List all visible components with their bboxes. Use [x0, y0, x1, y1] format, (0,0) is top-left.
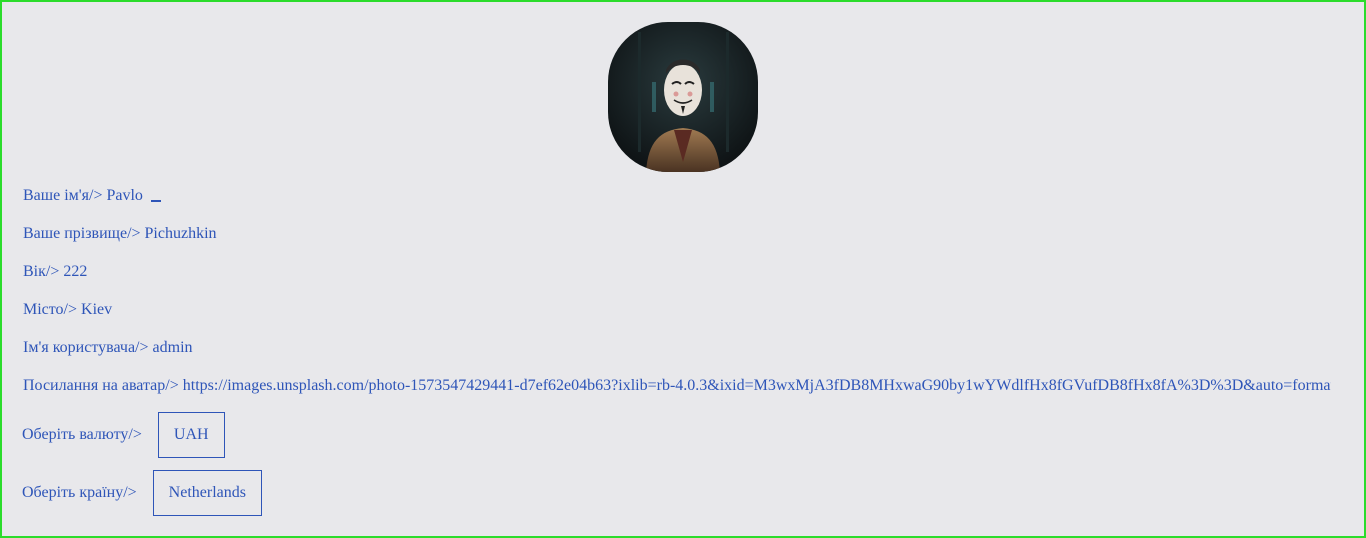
avatar-url-label: Посилання на аватар/> — [23, 377, 179, 394]
last-name-row: Ваше прізвище/> Pichuzhkin — [23, 224, 217, 244]
currency-select[interactable]: UAH — [157, 412, 225, 458]
country-label: Оберіть країну/> — [22, 484, 137, 501]
currency-row: Оберіть валюту/> UAH — [22, 412, 225, 458]
first-name-label: Ваше ім'я/> — [23, 187, 103, 204]
city-label: Місто/> — [23, 301, 78, 318]
city-value[interactable]: Kiev — [81, 301, 112, 318]
country-row: Оберіть країну/> Netherlands — [22, 470, 262, 516]
username-row: Ім'я користувача/> admin — [23, 338, 193, 358]
country-select[interactable]: Netherlands — [152, 470, 262, 516]
first-name-row: Ваше ім'я/> Pavlo — [23, 186, 161, 206]
avatar-url-value[interactable]: https://images.unsplash.com/photo-157354… — [183, 377, 1331, 394]
city-row: Місто/> Kiev — [23, 300, 112, 320]
age-value[interactable]: 222 — [63, 263, 87, 280]
username-value[interactable]: admin — [153, 339, 193, 356]
age-label: Вік/> — [23, 263, 60, 280]
text-cursor — [150, 200, 161, 202]
username-label: Ім'я користувача/> — [23, 339, 149, 356]
last-name-label: Ваше прізвище/> — [23, 225, 141, 242]
avatar-url-row: Посилання на аватар/> https://images.uns… — [23, 376, 1331, 396]
last-name-value[interactable]: Pichuzhkin — [145, 225, 217, 242]
currency-label: Оберіть валюту/> — [22, 426, 142, 443]
age-row: Вік/> 222 — [23, 262, 87, 282]
avatar — [608, 22, 758, 172]
first-name-value[interactable]: Pavlo — [106, 187, 142, 204]
avatar-image — [608, 22, 758, 172]
